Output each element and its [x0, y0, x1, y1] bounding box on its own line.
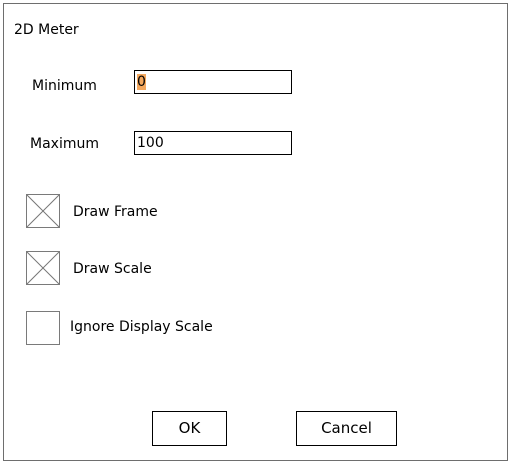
cancel-button[interactable]: Cancel: [296, 411, 397, 446]
ignore-display-scale-label: Ignore Display Scale: [70, 319, 213, 335]
checkbox-checked-icon: [27, 252, 59, 284]
draw-scale-label: Draw Scale: [73, 261, 152, 277]
maximum-label: Maximum: [30, 136, 99, 152]
minimum-label: Minimum: [32, 78, 97, 94]
draw-frame-checkbox[interactable]: [26, 194, 60, 228]
maximum-value: 100: [137, 135, 164, 151]
checkbox-checked-icon: [27, 195, 59, 227]
minimum-field[interactable]: 0: [134, 70, 292, 94]
dialog-title: 2D Meter: [14, 22, 79, 38]
checkbox-empty-icon: [27, 312, 59, 344]
draw-frame-label: Draw Frame: [73, 204, 158, 220]
ignore-display-scale-checkbox[interactable]: [26, 311, 60, 345]
draw-scale-checkbox[interactable]: [26, 251, 60, 285]
maximum-field[interactable]: 100: [134, 131, 292, 155]
ok-button[interactable]: OK: [152, 411, 227, 446]
minimum-value: 0: [137, 74, 146, 90]
meter-settings-dialog: 2D Meter Minimum 0 Maximum 100 Draw Fram…: [3, 3, 508, 461]
